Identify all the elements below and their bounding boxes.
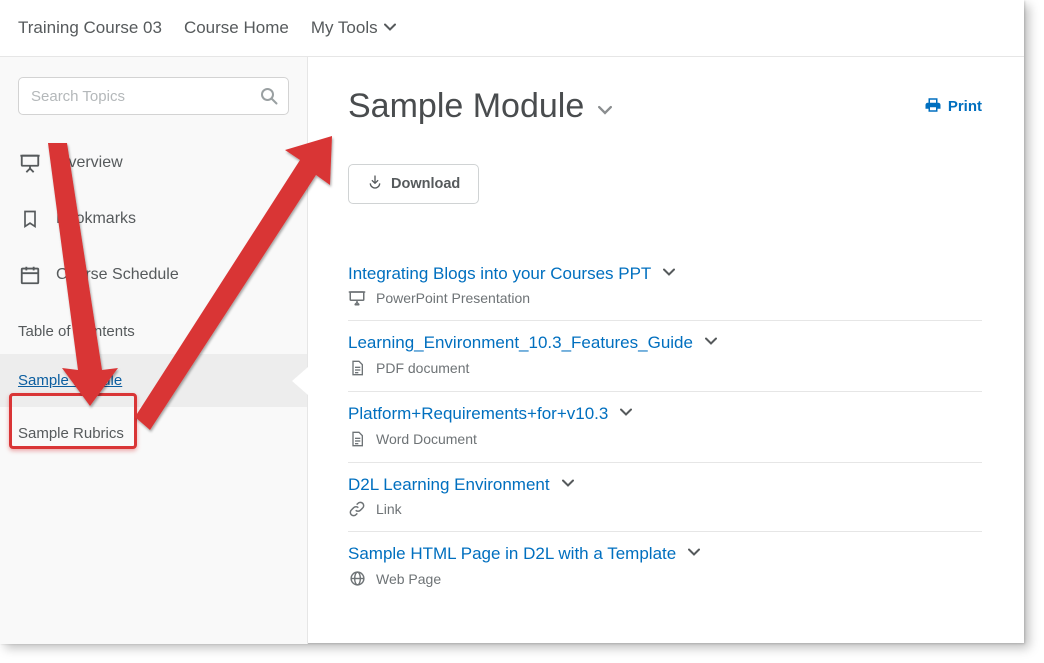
- content-item-kind: PowerPoint Presentation: [376, 290, 530, 306]
- content-item-header[interactable]: Sample HTML Page in D2L with a Template: [348, 544, 982, 564]
- content-item-header[interactable]: D2L Learning Environment: [348, 475, 982, 495]
- content-item-subrow: PowerPoint Presentation: [348, 290, 982, 306]
- content-item-title: Integrating Blogs into your Courses PPT: [348, 264, 651, 284]
- chevron-down-icon[interactable]: [562, 476, 574, 494]
- content-item-subrow: Link: [348, 501, 982, 517]
- content-item-header[interactable]: Learning_Environment_10.3_Features_Guide: [348, 333, 982, 353]
- content-item-title: Learning_Environment_10.3_Features_Guide: [348, 333, 693, 353]
- content-item-header[interactable]: Platform+Requirements+for+v10.3: [348, 404, 982, 424]
- document-icon: [348, 359, 366, 377]
- main-content: Sample Module Print Download: [308, 57, 1024, 644]
- content-item: Sample HTML Page in D2L with a Template …: [348, 532, 982, 601]
- download-button[interactable]: Download: [348, 164, 479, 204]
- module-title-dropdown[interactable]: Sample Module: [348, 87, 612, 126]
- sidebar-module-sample-module[interactable]: Sample Module: [0, 354, 307, 407]
- content-item-title: D2L Learning Environment: [348, 475, 550, 495]
- my-tools-menu[interactable]: My Tools: [311, 18, 396, 38]
- content-item-subrow: Word Document: [348, 430, 982, 448]
- sidebar-schedule[interactable]: Course Schedule: [0, 247, 307, 303]
- content-item-title: Platform+Requirements+for+v10.3: [348, 404, 608, 424]
- content-item-kind: PDF document: [376, 360, 469, 376]
- content-item: D2L Learning Environment Link: [348, 463, 982, 532]
- content-item: Platform+Requirements+for+v10.3 Word Doc…: [348, 392, 982, 463]
- presentation-icon: [18, 151, 42, 175]
- sidebar-module-label: Sample Module: [18, 372, 122, 389]
- calendar-icon: [18, 263, 42, 287]
- course-home-link[interactable]: Course Home: [184, 18, 289, 38]
- content-item: Integrating Blogs into your Courses PPT …: [348, 252, 982, 321]
- bookmark-icon: [18, 207, 42, 231]
- content-item-kind: Link: [376, 501, 402, 517]
- content-item-header[interactable]: Integrating Blogs into your Courses PPT: [348, 264, 982, 284]
- sidebar-overview-label: Overview: [56, 154, 123, 172]
- chevron-down-icon: [384, 18, 396, 38]
- top-nav: Training Course 03 Course Home My Tools: [0, 0, 1024, 57]
- body: Overview Bookmarks Course Schedule Table…: [0, 57, 1024, 644]
- chevron-down-icon[interactable]: [705, 334, 717, 352]
- link-icon: [348, 501, 366, 517]
- search-wrap: [18, 77, 289, 115]
- print-button[interactable]: Print: [924, 96, 982, 118]
- chevron-down-icon[interactable]: [688, 545, 700, 563]
- ppt-icon: [348, 290, 366, 306]
- download-label: Download: [391, 176, 460, 192]
- content-item-subrow: Web Page: [348, 570, 982, 587]
- sidebar-overview[interactable]: Overview: [0, 135, 307, 191]
- chevron-down-icon: [598, 87, 612, 126]
- course-title-link[interactable]: Training Course 03: [18, 18, 162, 38]
- sidebar-bookmarks-label: Bookmarks: [56, 210, 136, 228]
- sidebar-module-label: Sample Rubrics: [18, 425, 124, 442]
- document-icon: [348, 430, 366, 448]
- module-title-text: Sample Module: [348, 87, 584, 126]
- my-tools-label: My Tools: [311, 18, 378, 38]
- download-icon: [367, 174, 383, 194]
- chevron-down-icon[interactable]: [663, 265, 675, 283]
- content-item-kind: Word Document: [376, 431, 477, 447]
- app-frame: Training Course 03 Course Home My Tools …: [0, 0, 1024, 643]
- toc-header[interactable]: Table of Contents: [0, 303, 307, 354]
- search-input[interactable]: [18, 77, 289, 115]
- content-item-subrow: PDF document: [348, 359, 982, 377]
- globe-icon: [348, 570, 366, 587]
- print-label: Print: [948, 98, 982, 115]
- sidebar: Overview Bookmarks Course Schedule Table…: [0, 57, 308, 644]
- content-item-title: Sample HTML Page in D2L with a Template: [348, 544, 676, 564]
- title-row: Sample Module Print: [348, 87, 982, 126]
- chevron-down-icon[interactable]: [620, 405, 632, 423]
- sidebar-bookmarks[interactable]: Bookmarks: [0, 191, 307, 247]
- sidebar-module-sample-rubrics[interactable]: Sample Rubrics: [0, 407, 307, 460]
- search-icon[interactable]: [259, 86, 279, 111]
- content-item: Learning_Environment_10.3_Features_Guide…: [348, 321, 982, 392]
- content-item-kind: Web Page: [376, 571, 441, 587]
- print-icon: [924, 96, 942, 118]
- sidebar-schedule-label: Course Schedule: [56, 266, 179, 284]
